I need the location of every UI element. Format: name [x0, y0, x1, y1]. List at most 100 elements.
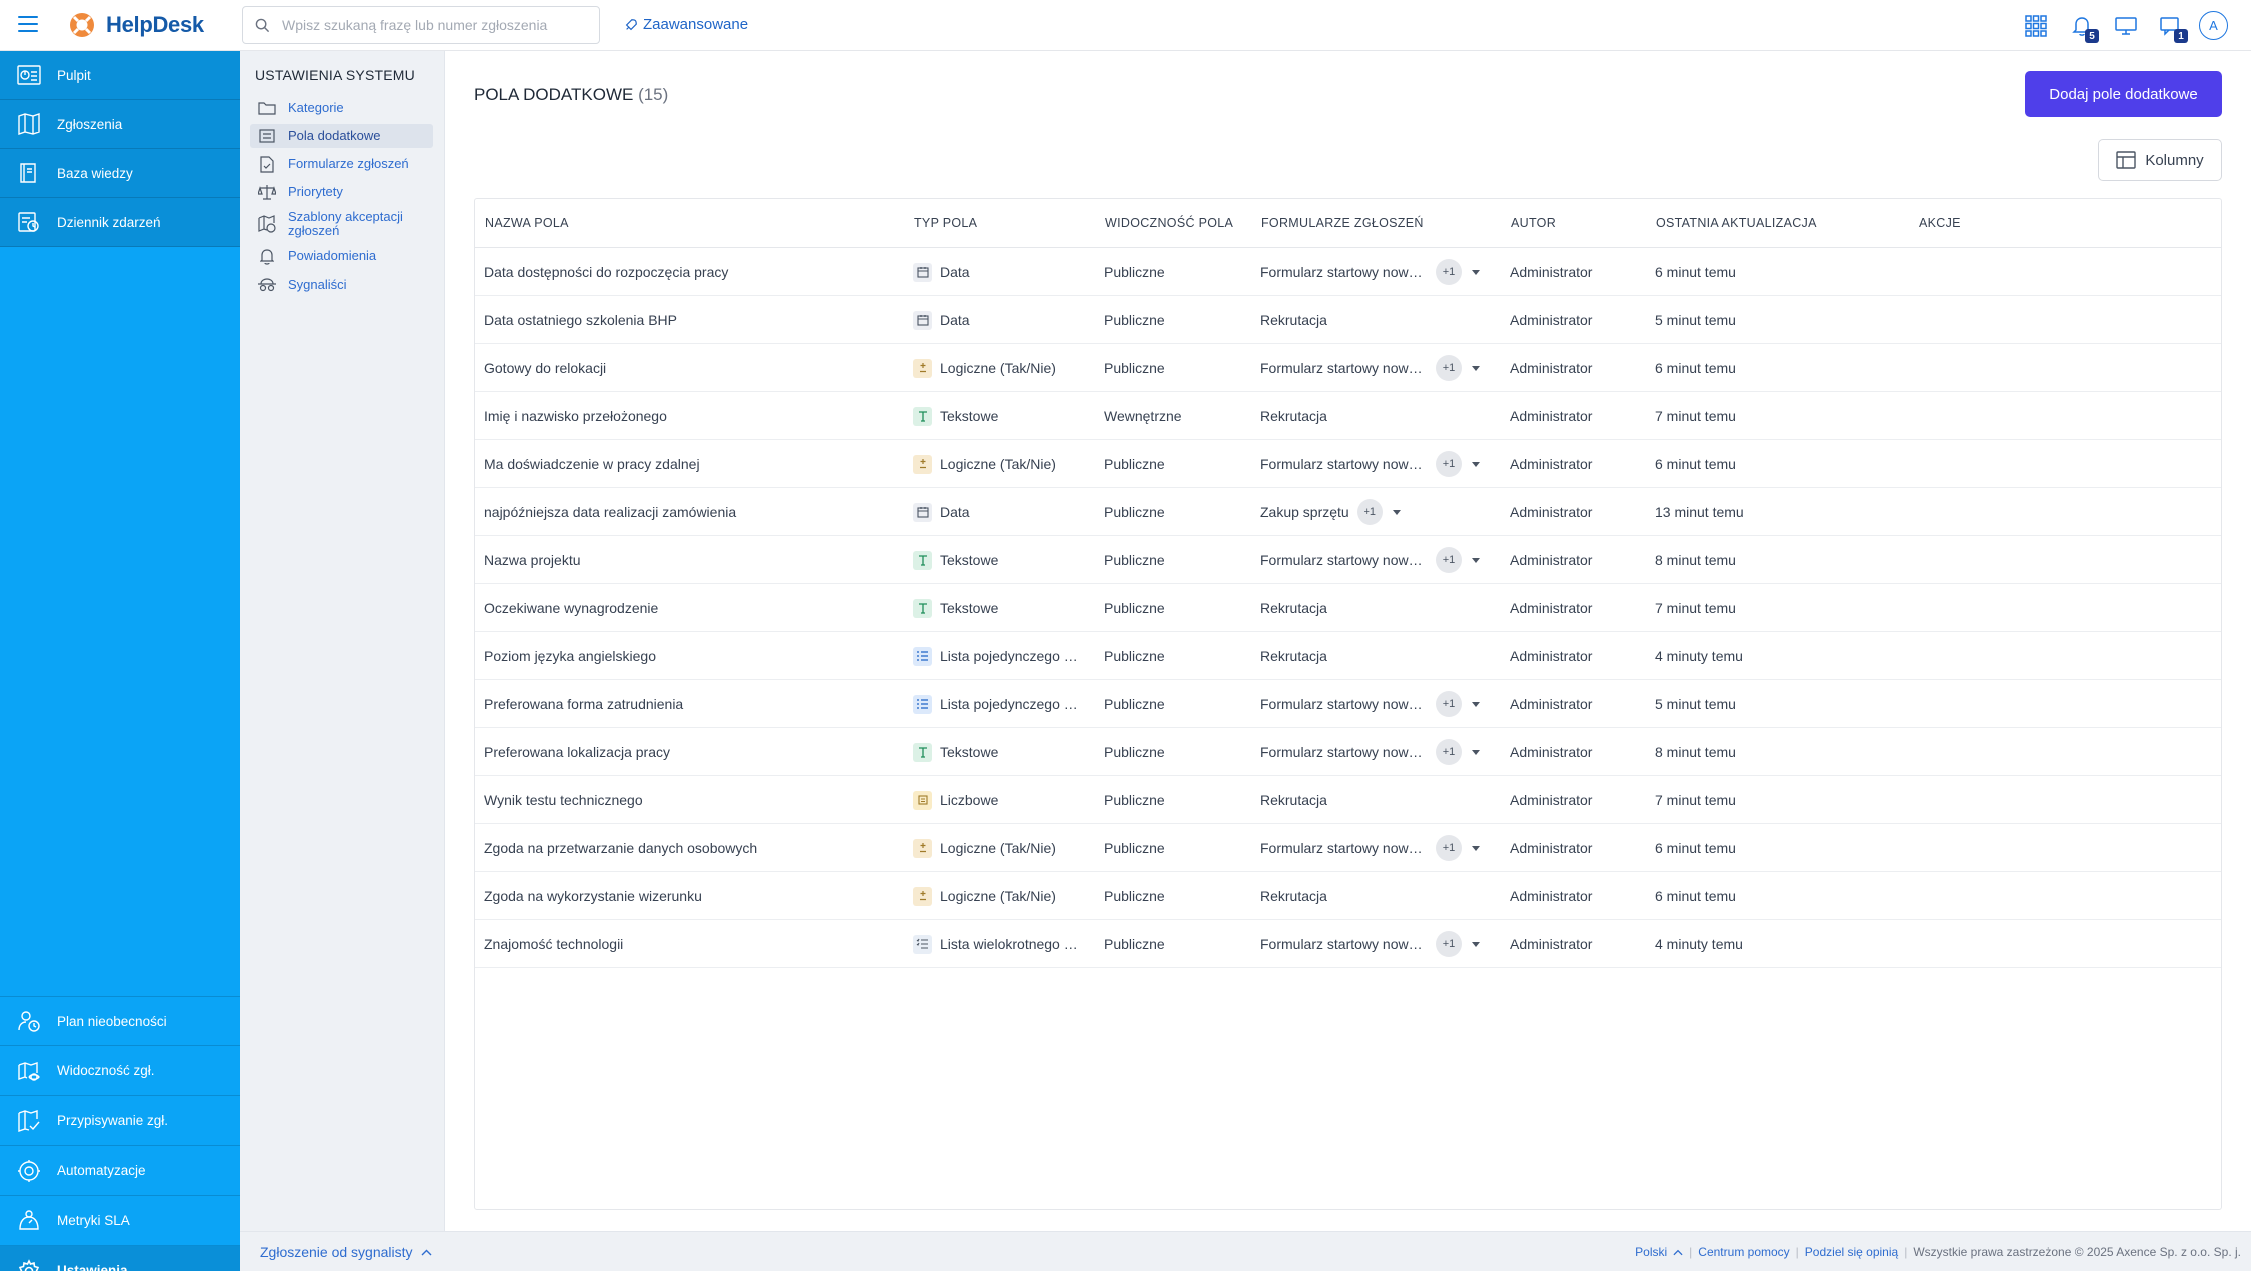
- col-header-author[interactable]: AUTOR: [1511, 199, 1556, 247]
- col-header-name[interactable]: NAZWA POLA: [485, 199, 569, 247]
- sidebar-item-dziennik-zdarzen[interactable]: Dziennik zdarzeń: [0, 198, 240, 247]
- settings-item-sygnalisci[interactable]: Sygnaliści: [250, 273, 433, 297]
- whistleblower-report-link[interactable]: Zgłoszenie od sygnalisty: [260, 1244, 432, 1260]
- more-forms-badge[interactable]: +1: [1436, 259, 1462, 285]
- field-name[interactable]: Zgoda na przetwarzanie danych osobowych: [484, 824, 904, 872]
- sidebar-item-metryki-sla[interactable]: Metryki SLA: [0, 1196, 240, 1246]
- search-input[interactable]: [282, 17, 582, 33]
- language-selector[interactable]: Polski: [1635, 1245, 1667, 1259]
- remote-desktop-button[interactable]: [2112, 12, 2140, 40]
- search-box: [242, 6, 600, 44]
- table-row[interactable]: Preferowana forma zatrudnienia Lista poje…: [475, 680, 2221, 728]
- table-row[interactable]: Data ostatniego szkolenia BHP Data Publicz…: [475, 296, 2221, 344]
- apps-grid-icon: [2025, 15, 2047, 37]
- columns-button[interactable]: Kolumny: [2098, 139, 2222, 181]
- chevron-down-icon[interactable]: [1472, 461, 1480, 467]
- field-updated: 8 minut temu: [1655, 552, 1736, 568]
- field-forms: Zakup sprzętu +1: [1260, 488, 1401, 536]
- field-name[interactable]: Imię i nazwisko przełożonego: [484, 392, 904, 440]
- hamburger-menu-icon[interactable]: [18, 16, 38, 32]
- sidebar-item-pulpit[interactable]: Pulpit: [0, 51, 240, 100]
- chevron-down-icon[interactable]: [1472, 845, 1480, 851]
- field-name[interactable]: Data ostatniego szkolenia BHP: [484, 296, 904, 344]
- chevron-down-icon[interactable]: [1472, 269, 1480, 275]
- sidebar-item-baza-wiedzy[interactable]: Baza wiedzy: [0, 149, 240, 198]
- more-forms-badge[interactable]: +1: [1436, 547, 1462, 573]
- table-row[interactable]: Gotowy do relokacji Logiczne (Tak/Nie) Pub…: [475, 344, 2221, 392]
- chevron-down-icon[interactable]: [1472, 557, 1480, 563]
- col-header-forms[interactable]: FORMULARZE ZGŁOSZEŃ: [1261, 199, 1424, 247]
- user-avatar[interactable]: A: [2199, 11, 2228, 40]
- settings-item-kategorie[interactable]: Kategorie: [250, 96, 433, 120]
- field-name[interactable]: Data dostępności do rozpoczęcia pracy: [484, 248, 904, 296]
- more-forms-badge[interactable]: +1: [1436, 691, 1462, 717]
- field-name[interactable]: Znajomość technologii: [484, 920, 904, 968]
- app-logo[interactable]: HelpDesk: [68, 11, 204, 39]
- more-forms-badge[interactable]: +1: [1436, 835, 1462, 861]
- field-name[interactable]: Poziom języka angielskiego: [484, 632, 904, 680]
- field-type: Tekstowe: [913, 536, 1093, 584]
- help-center-link[interactable]: Centrum pomocy: [1698, 1245, 1789, 1259]
- more-forms-badge[interactable]: +1: [1436, 931, 1462, 957]
- sidebar-item-plan-nieobecnosci[interactable]: Plan nieobecności: [0, 996, 240, 1046]
- settings-item-szablony-akceptacji[interactable]: Szablony akceptacji zgłoszeń: [250, 207, 433, 241]
- table-row[interactable]: Preferowana lokalizacja pracy Tekstowe Pub…: [475, 728, 2221, 776]
- add-field-button[interactable]: Dodaj pole dodatkowe: [2025, 71, 2222, 117]
- settings-item-pola-dodatkowe[interactable]: Pola dodatkowe: [250, 124, 433, 148]
- field-name[interactable]: Oczekiwane wynagrodzenie: [484, 584, 904, 632]
- more-forms-badge[interactable]: +1: [1436, 451, 1462, 477]
- chevron-down-icon[interactable]: [1472, 365, 1480, 371]
- field-name[interactable]: Gotowy do relokacji: [484, 344, 904, 392]
- table-row[interactable]: Imię i nazwisko przełożonego Tekstowe Wewn…: [475, 392, 2221, 440]
- sidebar-item-przypisywanie[interactable]: Przypisywanie zgł.: [0, 1096, 240, 1146]
- field-updated: 4 minuty temu: [1655, 936, 1743, 952]
- field-name[interactable]: Nazwa projektu: [484, 536, 904, 584]
- col-header-visibility[interactable]: WIDOCZNOŚĆ POLA: [1105, 199, 1233, 247]
- more-forms-badge[interactable]: +1: [1436, 355, 1462, 381]
- plus-minus-icon: [913, 838, 932, 858]
- field-name[interactable]: Preferowana lokalizacja pracy: [484, 728, 904, 776]
- field-name[interactable]: Ma doświadczenie w pracy zdalnej: [484, 440, 904, 488]
- chevron-down-icon[interactable]: [1472, 941, 1480, 947]
- chevron-down-icon[interactable]: [1392, 509, 1401, 515]
- table-row[interactable]: najpóźniejsza data realizacji zamówienia…: [475, 488, 2221, 536]
- field-type: Lista pojedynczego wyboru: [913, 680, 1093, 728]
- apps-grid-button[interactable]: [2022, 12, 2050, 40]
- table-row[interactable]: Znajomość technologii Lista wielokrotnego…: [475, 920, 2221, 968]
- settings-item-formularze[interactable]: Formularze zgłoszeń: [250, 152, 433, 176]
- table-row[interactable]: Wynik testu technicznego Liczbowe Publiczn…: [475, 776, 2221, 824]
- app-name: HelpDesk: [106, 12, 204, 37]
- field-name[interactable]: Zgoda na wykorzystanie wizerunku: [484, 872, 904, 920]
- chevron-down-icon[interactable]: [1472, 749, 1480, 755]
- advanced-search-link[interactable]: Zaawansowane: [624, 16, 748, 33]
- feedback-link[interactable]: Podziel się opinią: [1805, 1245, 1898, 1259]
- notifications-button[interactable]: 5: [2068, 12, 2099, 43]
- table-row[interactable]: Data dostępności do rozpoczęcia pracy Dat…: [475, 248, 2221, 296]
- chevron-down-icon[interactable]: [1472, 701, 1480, 707]
- table-row[interactable]: Nazwa projektu Tekstowe Publiczne Formularz…: [475, 536, 2221, 584]
- multi-list-icon: [913, 934, 932, 954]
- sidebar-item-ustawienia[interactable]: Ustawienia: [0, 1246, 240, 1271]
- sidebar-item-automatyzacje[interactable]: Automatyzacje: [0, 1146, 240, 1196]
- field-name[interactable]: Preferowana forma zatrudnienia: [484, 680, 904, 728]
- col-header-updated[interactable]: OSTATNIA AKTUALIZACJA: [1656, 199, 1817, 247]
- table-row[interactable]: Zgoda na przetwarzanie danych osobowych L…: [475, 824, 2221, 872]
- col-header-type[interactable]: TYP POLA: [914, 199, 977, 247]
- settings-item-powiadomienia[interactable]: Powiadomienia: [250, 244, 433, 268]
- more-forms-badge[interactable]: +1: [1436, 739, 1462, 765]
- settings-item-priorytety[interactable]: Priorytety: [250, 180, 433, 204]
- table-row[interactable]: Ma doświadczenie w pracy zdalnej Logiczne…: [475, 440, 2221, 488]
- table-row[interactable]: Poziom języka angielskiego Lista pojedync…: [475, 632, 2221, 680]
- table-row[interactable]: Zgoda na wykorzystanie wizerunku Logiczne…: [475, 872, 2221, 920]
- chat-button[interactable]: 1: [2157, 12, 2188, 43]
- table-row[interactable]: Oczekiwane wynagrodzenie Tekstowe Publiczn…: [475, 584, 2221, 632]
- field-name[interactable]: Wynik testu technicznego: [484, 776, 904, 824]
- field-form-label: Formularz startowy nowego pracownika: [1260, 744, 1428, 760]
- more-forms-badge[interactable]: +1: [1356, 499, 1383, 525]
- sidebar-item-zgloszenia[interactable]: Zgłoszenia: [0, 100, 240, 149]
- page-title: POLA DODATKOWE (15): [474, 85, 668, 105]
- settings-item-label: Powiadomienia: [288, 248, 377, 263]
- sidebar-item-widocznosc[interactable]: Widoczność zgł.: [0, 1046, 240, 1096]
- field-forms: Formularz startowy nowego pracownika +1: [1260, 344, 1480, 392]
- field-name[interactable]: najpóźniejsza data realizacji zamówienia: [484, 488, 904, 536]
